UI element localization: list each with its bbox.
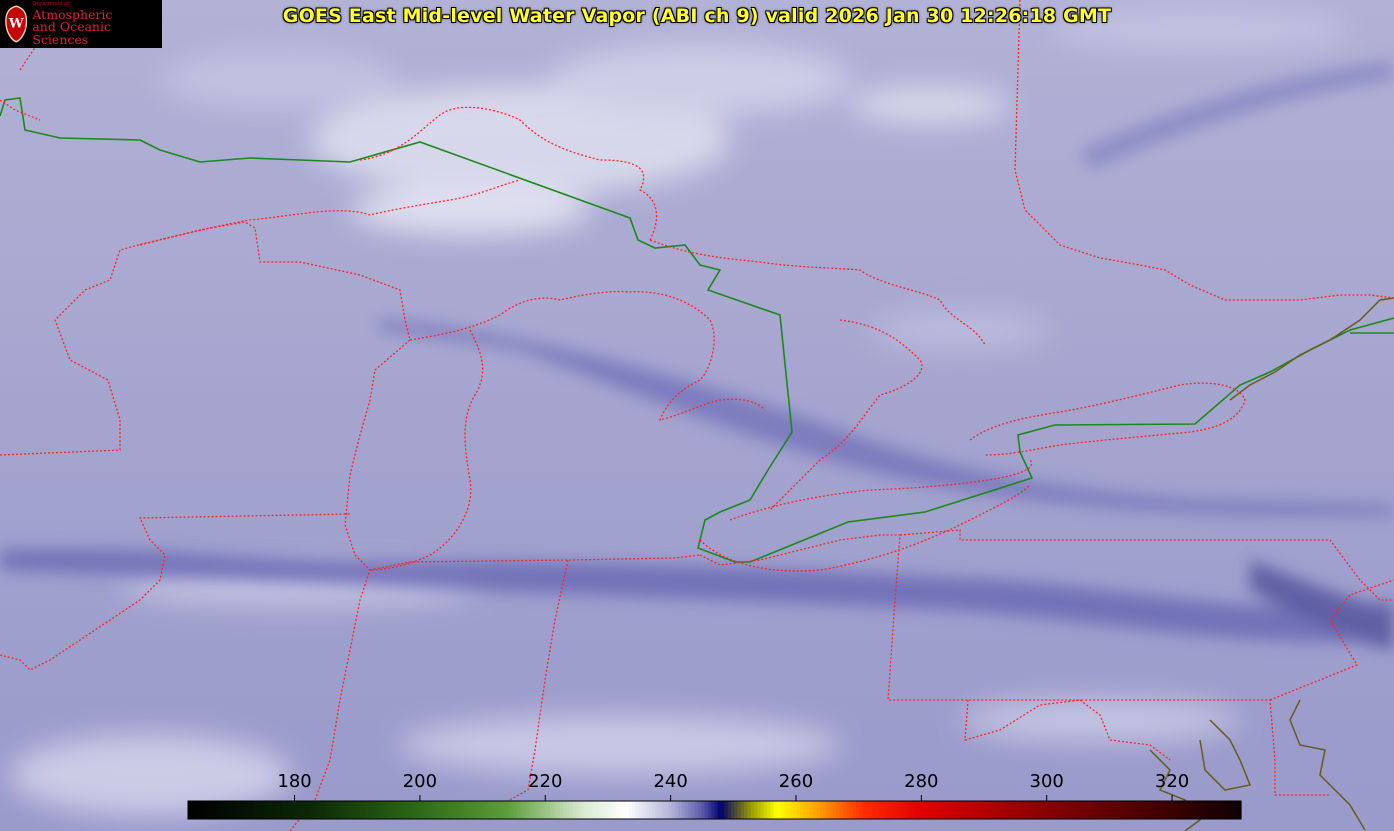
colorbar-tick-label: 180 xyxy=(277,771,312,792)
colorbar-tick-label: 200 xyxy=(402,771,438,792)
water-vapor-map xyxy=(0,0,1394,831)
colorbar-tick-label: 220 xyxy=(528,771,563,792)
colorbar-fill xyxy=(188,801,1242,819)
colorbar xyxy=(187,795,1242,820)
colorbar-tick-label: 280 xyxy=(904,771,939,792)
colorbar-tick-label: 240 xyxy=(653,771,688,792)
colorbar-tick-label: 320 xyxy=(1154,771,1190,792)
colorbar-tick-label: 260 xyxy=(778,771,814,792)
map-title: GOES East Mid-level Water Vapor (ABI ch … xyxy=(282,5,1112,27)
colorbar-tick-label: 300 xyxy=(1029,771,1064,792)
